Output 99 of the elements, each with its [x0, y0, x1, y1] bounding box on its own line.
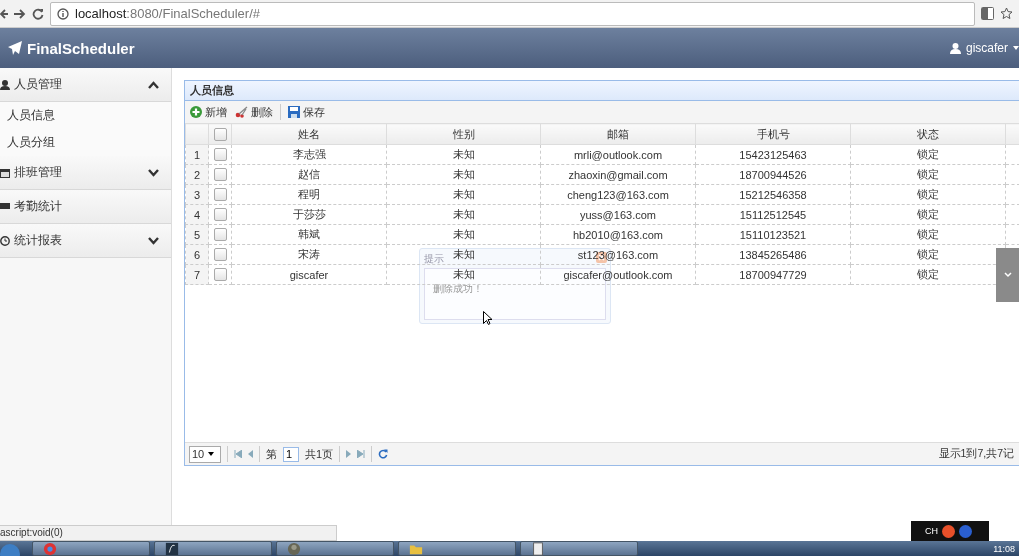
table-cell: 锁定	[850, 164, 1006, 185]
row-number: 3	[185, 184, 209, 205]
user-icon	[949, 42, 961, 54]
table-cell: giscafer	[231, 264, 387, 285]
table-cell: 未知	[386, 224, 541, 245]
column-header[interactable]: 邮箱	[540, 123, 696, 145]
floppy-icon	[288, 106, 300, 118]
panel-title: 人员信息	[185, 81, 1019, 101]
table-cell: 韩斌	[231, 224, 387, 245]
table-cell: 13845265486	[695, 244, 851, 265]
next-page-icon[interactable]	[346, 450, 352, 458]
table-cell: 18700947729	[695, 264, 851, 285]
user-icon	[0, 79, 10, 90]
row-number: 4	[185, 204, 209, 225]
table-cell: 15110123521	[695, 224, 851, 245]
table-cell: 15112512545	[695, 204, 851, 225]
plus-icon	[190, 106, 202, 118]
column-header[interactable]: 手机号	[695, 123, 851, 145]
taskbar-button[interactable]	[398, 541, 516, 556]
address-field[interactable]: localhost:8080/FinalScheduler/#	[50, 1, 975, 26]
checkbox[interactable]	[213, 168, 227, 182]
toolbar-button[interactable]: 新增	[189, 103, 228, 121]
table-cell: 15423125463	[695, 144, 851, 165]
app-icon	[43, 541, 57, 556]
table-cell: 锁定	[850, 224, 1006, 245]
table-cell: 锁定	[850, 144, 1006, 165]
refresh-icon[interactable]	[378, 449, 389, 459]
row-number: 6	[185, 244, 209, 265]
calendar-icon	[0, 167, 10, 178]
table-cell: st123@163.com	[540, 244, 696, 265]
row-number: 1	[185, 144, 209, 165]
column-header[interactable]: 姓名	[231, 123, 387, 145]
page-input[interactable]: 1	[283, 446, 299, 462]
chevron-down-icon	[1003, 272, 1012, 278]
taskbar-button[interactable]	[32, 541, 150, 556]
back-icon[interactable]	[0, 7, 8, 20]
checkbox[interactable]	[213, 248, 227, 262]
table-cell: 未知	[386, 164, 541, 185]
close-icon[interactable]	[596, 252, 607, 263]
caret-icon	[208, 452, 215, 456]
table-cell: 宋涛	[231, 244, 387, 265]
table-cell: 锁定	[850, 204, 1006, 225]
app-icon	[287, 541, 301, 556]
checkbox[interactable]	[213, 148, 227, 162]
toolbar-button[interactable]: 保存	[287, 103, 326, 121]
user-menu[interactable]: giscafer	[949, 41, 1019, 55]
taskbar-button[interactable]	[276, 541, 394, 556]
checkbox[interactable]	[213, 208, 227, 222]
row-number: 5	[185, 224, 209, 245]
table-cell: 赵信	[231, 164, 387, 185]
page-info: 显示1到7,共7记	[938, 447, 1014, 461]
table-cell: 15212546358	[695, 184, 851, 205]
status-bubble: ascript:void(0)	[0, 525, 337, 541]
table-cell: mrli@outlook.com	[540, 144, 696, 165]
toolbar-button[interactable]: 删除	[234, 103, 274, 121]
table-cell: 程明	[231, 184, 387, 205]
first-page-icon[interactable]	[234, 450, 242, 458]
table-cell: yuss@163.com	[540, 204, 696, 225]
table-cell: 未知	[386, 264, 541, 285]
page-label: 第	[266, 446, 277, 462]
taskbar-button[interactable]	[154, 541, 272, 556]
table-cell: 锁定	[850, 184, 1006, 205]
table-cell: giscafer@outlook.com	[540, 264, 696, 285]
paper-plane-icon	[8, 41, 22, 55]
column-header[interactable]: 性别	[386, 123, 541, 145]
table-cell: zhaoxin@gmail.com	[540, 164, 696, 185]
page-size-select[interactable]: 10	[189, 445, 221, 463]
table-cell: 未知	[386, 204, 541, 225]
checkbox[interactable]	[213, 188, 227, 202]
checkbox[interactable]	[213, 127, 227, 141]
table-cell: cheng123@163.com	[540, 184, 696, 205]
caret-icon	[1013, 46, 1019, 50]
page-count: 共1页	[305, 446, 334, 462]
checkbox[interactable]	[213, 228, 227, 242]
dialog-title: 提示	[424, 252, 444, 266]
star-icon[interactable]	[1000, 7, 1013, 20]
table-cell: 18700944526	[695, 164, 851, 185]
clock: 11:08	[993, 543, 1016, 554]
row-number: 7	[185, 264, 209, 285]
app-icon	[165, 541, 179, 556]
app-brand[interactable]: FinalScheduler	[27, 39, 135, 57]
clock-icon	[0, 235, 10, 246]
taskbar-button[interactable]	[520, 541, 638, 556]
table-cell: 未知	[386, 144, 541, 165]
side-panel-toggle[interactable]	[996, 248, 1019, 302]
forward-icon[interactable]	[14, 7, 26, 20]
info-icon	[57, 7, 69, 20]
table-cell: 李志强	[231, 144, 387, 165]
row-number: 2	[185, 164, 209, 185]
table-cell: hb2010@163.com	[540, 224, 696, 245]
column-header[interactable]: 状态	[850, 123, 1006, 145]
table-cell: 于莎莎	[231, 204, 387, 225]
last-page-icon[interactable]	[357, 450, 366, 458]
checkbox[interactable]	[213, 268, 227, 282]
previous-page-icon[interactable]	[248, 450, 253, 458]
table-cell: 未知	[386, 184, 541, 205]
ime-label: CH	[925, 526, 938, 536]
app-icon	[531, 541, 545, 556]
reload-icon[interactable]	[32, 7, 44, 20]
